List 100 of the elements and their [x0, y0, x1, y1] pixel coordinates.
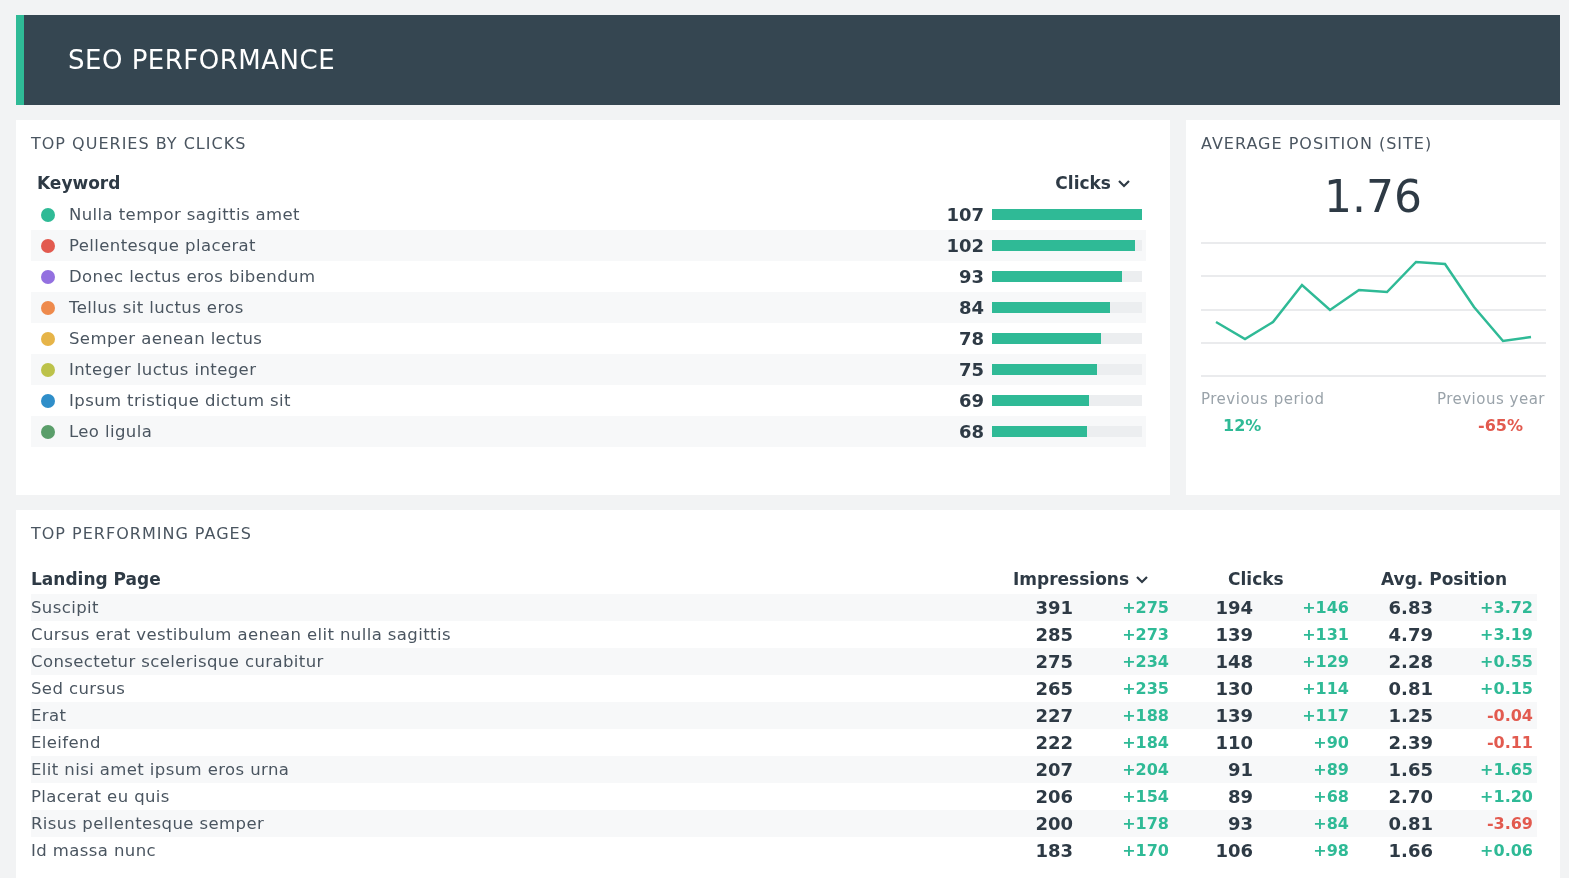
change-value: +188	[1122, 706, 1169, 725]
page-name: Cursus erat vestibulum aenean elit nulla sagittis	[31, 625, 451, 644]
change-value: -0.04	[1486, 706, 1533, 725]
clicks-value: 91	[1227, 759, 1253, 780]
clicks-value: 93	[957, 266, 984, 287]
change-value: +0.06	[1480, 841, 1533, 860]
position-value: 6.83	[1388, 597, 1433, 618]
change-value: +3.19	[1480, 625, 1533, 644]
impressions-value: 222	[1035, 732, 1073, 753]
change-value: +0.55	[1480, 652, 1533, 671]
clicks-value: 84	[957, 297, 984, 318]
position-value: 0.81	[1388, 678, 1433, 699]
keyword-text: Semper aenean lectus	[69, 329, 264, 348]
impressions-value: 391	[1035, 597, 1073, 618]
comparison-value: 12%	[1222, 416, 1263, 435]
clicks-value: 89	[1227, 786, 1253, 807]
page-name: Id massa nunc	[31, 841, 156, 860]
clicks-value: 139	[1215, 624, 1253, 645]
keyword-text: Leo ligula	[69, 422, 154, 441]
change-value: +178	[1122, 814, 1169, 833]
clicks-value: 75	[957, 359, 984, 380]
position-value: 2.70	[1388, 786, 1433, 807]
card-title: TOP QUERIES BY CLICKS	[31, 134, 248, 153]
change-value: +204	[1122, 760, 1169, 779]
keyword-text: Pellentesque placerat	[69, 236, 257, 255]
column-header[interactable]: Keyword	[37, 173, 121, 193]
change-value: +98	[1313, 841, 1349, 860]
change-value: +131	[1302, 625, 1349, 644]
position-value: 2.39	[1388, 732, 1433, 753]
keyword-text: Tellus sit luctus eros	[69, 298, 245, 317]
change-value: +154	[1122, 787, 1169, 806]
change-value: +68	[1313, 787, 1349, 806]
keyword-text: Ipsum tristique dictum sit	[69, 391, 292, 410]
clicks-value: 106	[1215, 840, 1253, 861]
clicks-value: 148	[1215, 651, 1253, 672]
change-value: +273	[1122, 625, 1169, 644]
clicks-value: 102	[945, 235, 984, 256]
change-value: +84	[1313, 814, 1349, 833]
clicks-value: 107	[945, 204, 984, 225]
column-header[interactable]: Impressions	[1013, 569, 1173, 589]
change-value: +235	[1122, 679, 1169, 698]
page-name: Elit nisi amet ipsum eros urna	[31, 760, 290, 779]
change-value: +117	[1302, 706, 1349, 725]
chevron-down-icon	[1135, 574, 1150, 584]
impressions-value: 206	[1035, 786, 1073, 807]
change-value: +275	[1122, 598, 1169, 617]
change-value: +1.65	[1480, 760, 1533, 779]
change-value: +1.20	[1480, 787, 1533, 806]
position-value: 1.65	[1388, 759, 1433, 780]
page-name: Consectetur scelerisque curabitur	[31, 652, 324, 671]
column-header[interactable]: Avg. Position	[1381, 569, 1537, 589]
change-value: +114	[1302, 679, 1349, 698]
impressions-value: 227	[1035, 705, 1073, 726]
column-header[interactable]: Landing Page	[31, 569, 1013, 589]
keyword-text: Nulla tempor sagittis amet	[69, 205, 301, 224]
page-name: Placerat eu quis	[31, 787, 170, 806]
change-value: +90	[1313, 733, 1349, 752]
position-value: 2.28	[1388, 651, 1433, 672]
card-title: TOP PERFORMING PAGES	[31, 524, 253, 543]
page-name: Suscipit	[31, 598, 99, 617]
keyword-text: Integer luctus integer	[69, 360, 258, 379]
position-value: 0.81	[1388, 813, 1433, 834]
change-value: +234	[1122, 652, 1169, 671]
impressions-value: 183	[1035, 840, 1073, 861]
comparison-value: -65%	[1477, 416, 1524, 435]
position-value: 1.25	[1388, 705, 1433, 726]
change-value: +170	[1122, 841, 1169, 860]
change-value: +146	[1302, 598, 1349, 617]
position-value: 4.79	[1388, 624, 1433, 645]
change-value: +89	[1313, 760, 1349, 779]
dashboard-title: SEO PERFORMANCE	[68, 45, 336, 75]
column-header[interactable]: Clicks	[1228, 569, 1353, 589]
change-value: -3.69	[1486, 814, 1533, 833]
clicks-value: 194	[1215, 597, 1253, 618]
clicks-value: 78	[957, 328, 984, 349]
change-value: +184	[1122, 733, 1169, 752]
position-value: 1.66	[1388, 840, 1433, 861]
keyword-text: Donec lectus eros bibendum	[69, 267, 317, 286]
impressions-value: 265	[1035, 678, 1073, 699]
page-name: Eleifend	[31, 733, 101, 752]
change-value: +129	[1302, 652, 1349, 671]
change-value: +0.15	[1480, 679, 1533, 698]
clicks-value: 130	[1215, 678, 1253, 699]
clicks-value: 69	[957, 390, 984, 411]
impressions-value: 207	[1035, 759, 1073, 780]
clicks-value: 93	[1227, 813, 1253, 834]
page-name: Erat	[31, 706, 67, 725]
page-name: Sed cursus	[31, 679, 126, 698]
column-header[interactable]: Clicks	[1055, 173, 1131, 193]
clicks-value: 139	[1215, 705, 1253, 726]
change-value: +3.72	[1480, 598, 1533, 617]
impressions-value: 285	[1035, 624, 1073, 645]
average-position-value: 1.76	[1323, 171, 1423, 222]
card-title: AVERAGE POSITION (SITE)	[1201, 134, 1434, 153]
impressions-value: 275	[1035, 651, 1073, 672]
page-name: Risus pellentesque semper	[31, 814, 265, 833]
comparison-label: Previous year	[1436, 390, 1545, 408]
change-value: -0.11	[1486, 733, 1533, 752]
impressions-value: 200	[1035, 813, 1073, 834]
clicks-value: 110	[1215, 732, 1253, 753]
